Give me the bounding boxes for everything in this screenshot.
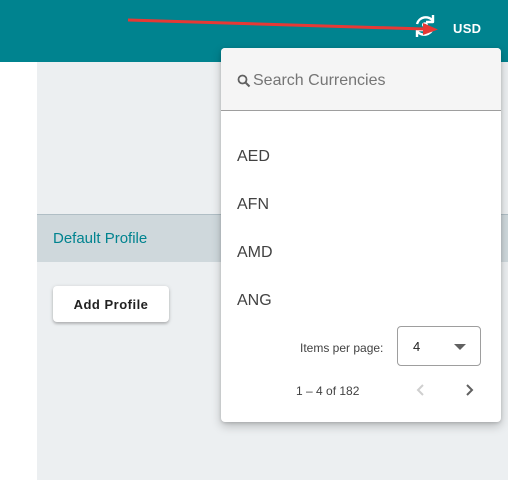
currency-item-afn[interactable]: AFN [221,181,501,229]
svg-text:$: $ [422,20,429,34]
default-profile-label: Default Profile [53,230,148,247]
chevron-left-icon[interactable] [409,378,433,402]
currency-code-label[interactable]: USD [453,21,481,36]
currency-item-ang[interactable]: ANG [221,277,501,325]
currency-exchange-icon[interactable]: $ [411,12,439,40]
currency-list: AED AFN AMD ANG [221,133,501,325]
chevron-right-icon[interactable] [457,378,481,402]
items-per-page-select[interactable]: 4 [397,326,481,366]
currency-search-box [221,48,501,111]
currency-item-amd[interactable]: AMD [221,229,501,277]
add-profile-button[interactable]: Add Profile [53,286,169,322]
currency-item-aed[interactable]: AED [221,133,501,181]
currency-search-input[interactable] [253,70,483,92]
page: $ USD Default Profile Add Profile AED AF… [0,0,508,480]
items-per-page-value: 4 [413,339,421,354]
search-icon [237,74,251,88]
page-range-label: 1 – 4 of 182 [296,384,360,398]
currency-menu: AED AFN AMD ANG Items per page: 4 1 – 4 … [221,48,501,422]
caret-down-icon [454,344,466,350]
items-per-page-label: Items per page: [300,341,384,355]
